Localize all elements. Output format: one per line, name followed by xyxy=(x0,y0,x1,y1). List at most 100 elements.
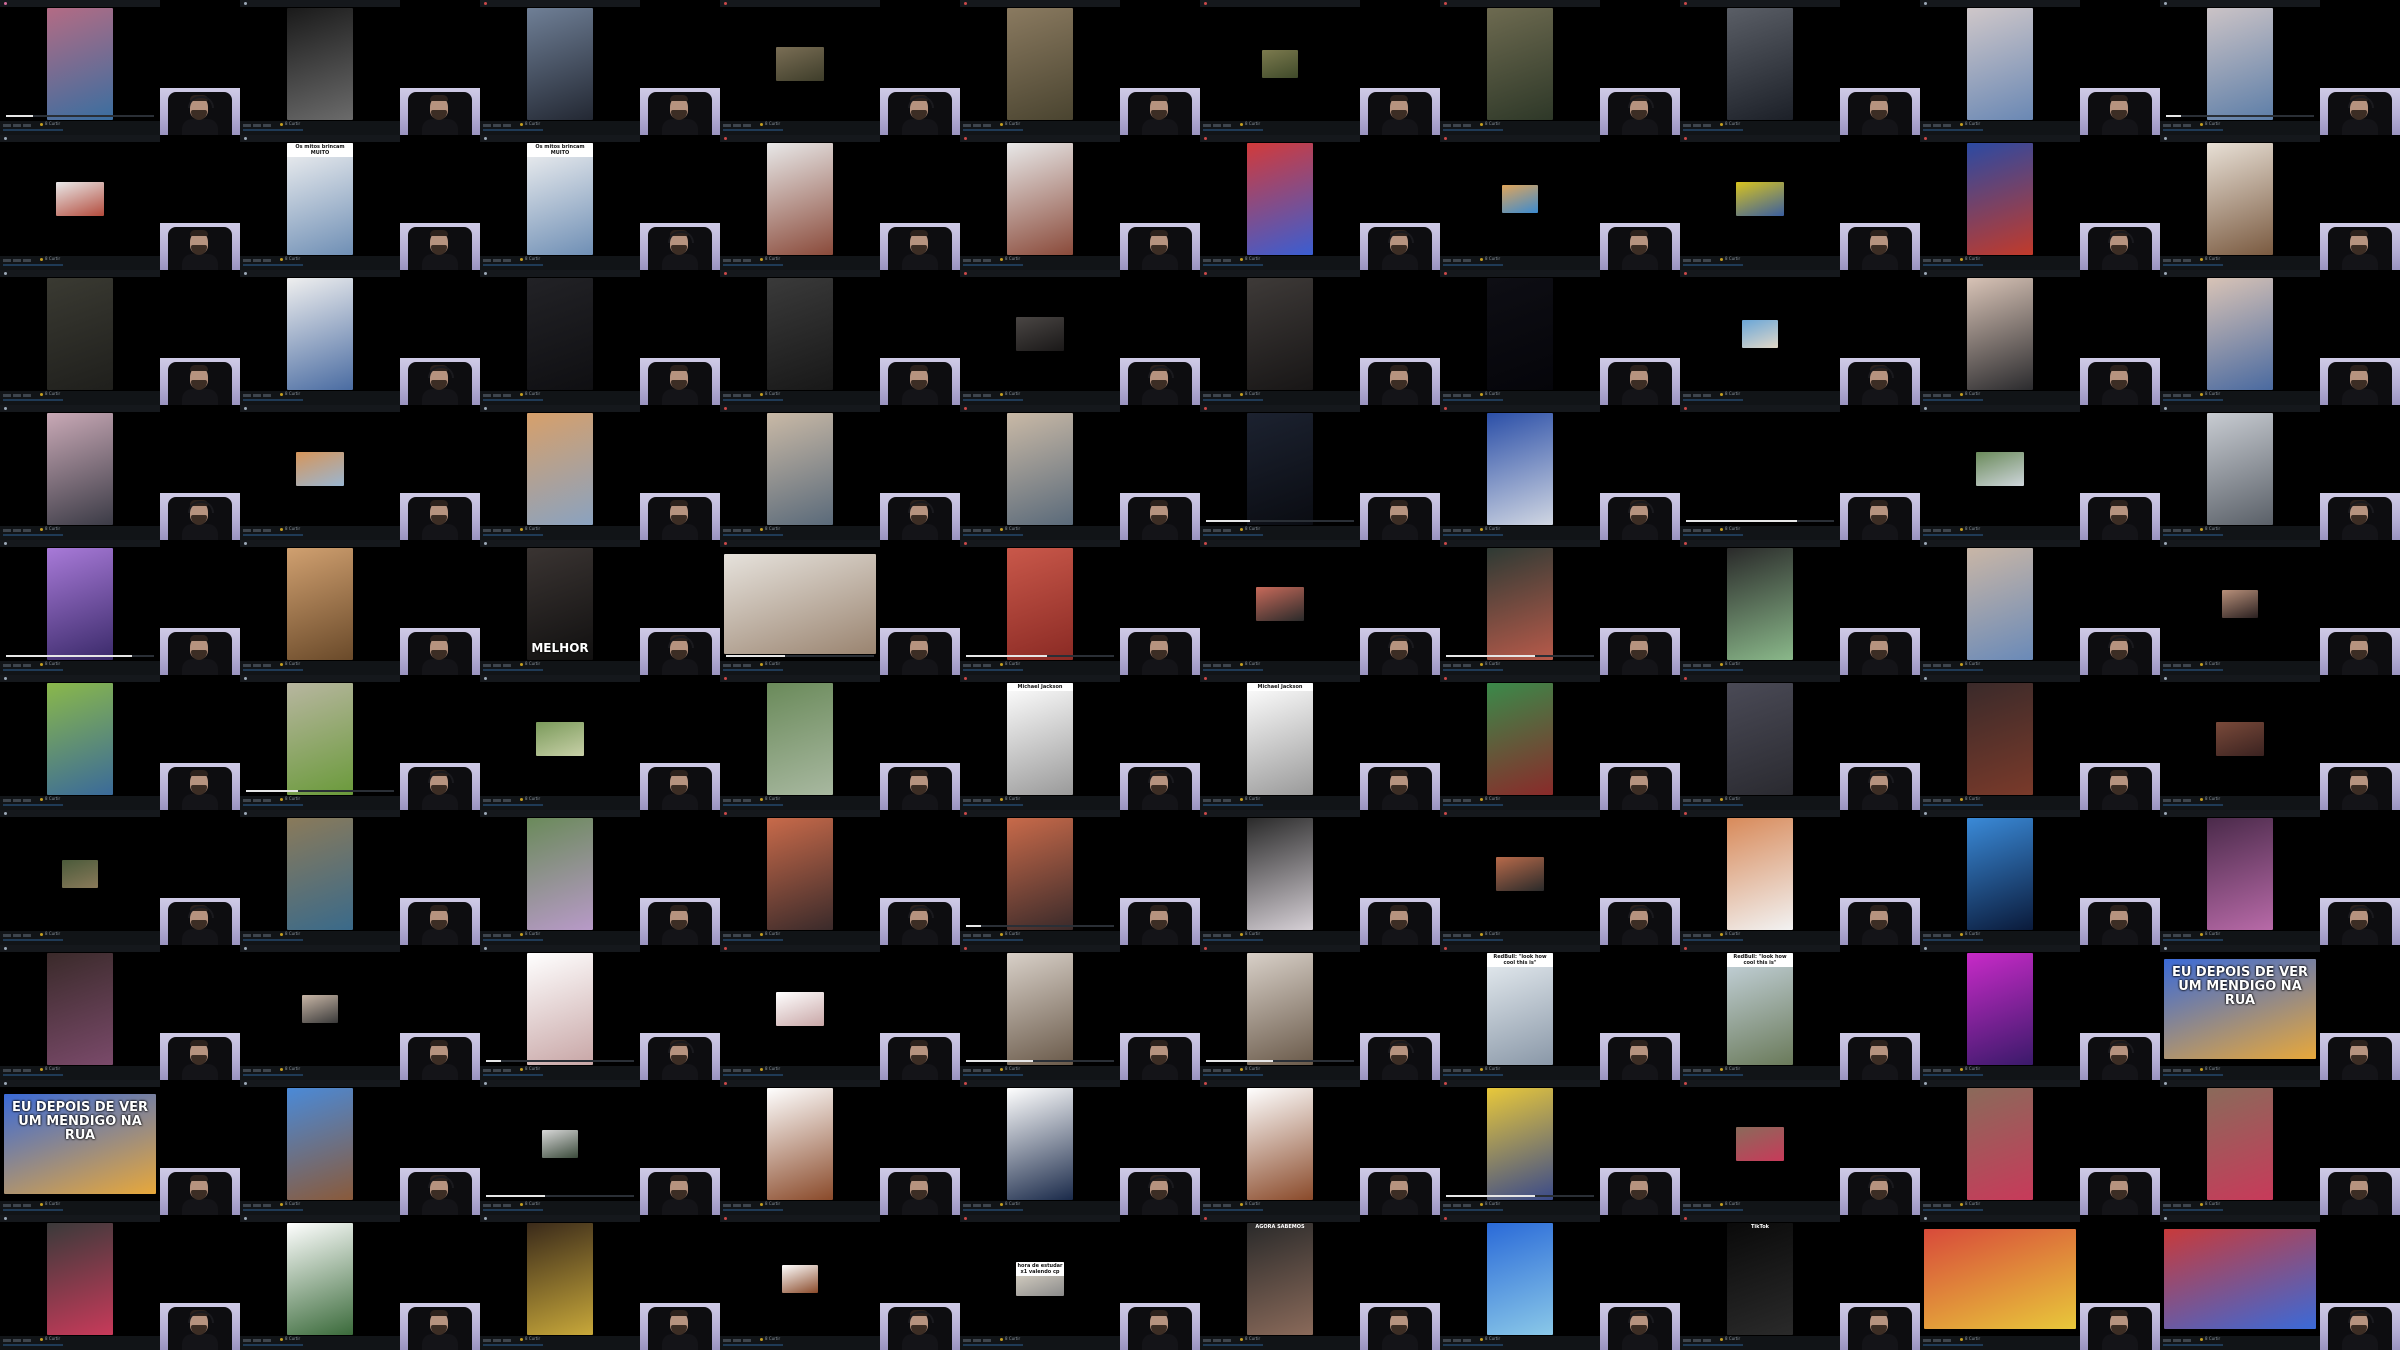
video-viewport[interactable]: MELHOR xyxy=(480,547,640,661)
control-button[interactable] xyxy=(1203,529,1211,532)
like-icon[interactable] xyxy=(760,1338,763,1341)
control-button[interactable] xyxy=(1683,529,1691,532)
like-icon[interactable] xyxy=(2200,393,2203,396)
video-frame[interactable] xyxy=(302,995,338,1023)
video-viewport[interactable] xyxy=(1440,142,1600,256)
source-link[interactable] xyxy=(963,264,1023,266)
like-icon[interactable] xyxy=(1480,1203,1483,1206)
like-icon[interactable] xyxy=(1960,1203,1963,1206)
like-icon[interactable] xyxy=(1480,1068,1483,1071)
video-frame[interactable] xyxy=(1256,587,1304,621)
like-icon[interactable] xyxy=(520,393,523,396)
control-button[interactable] xyxy=(1923,394,1931,397)
video-frame[interactable] xyxy=(1007,1088,1073,1200)
source-link[interactable] xyxy=(3,939,63,941)
window-controls-icon[interactable] xyxy=(386,406,398,421)
control-button[interactable] xyxy=(983,664,991,667)
video-viewport[interactable] xyxy=(1920,412,2080,526)
control-button[interactable] xyxy=(1693,799,1701,802)
window-controls-icon[interactable] xyxy=(146,1,158,16)
stream-tile[interactable]: 8 Curtir xyxy=(1920,135,2160,270)
control-button[interactable] xyxy=(2183,124,2191,127)
stream-tile[interactable]: 8 Curtir xyxy=(0,675,240,810)
window-controls-icon[interactable] xyxy=(1346,541,1358,556)
control-button[interactable] xyxy=(503,664,511,667)
source-link[interactable] xyxy=(1683,669,1743,671)
like-icon[interactable] xyxy=(1960,123,1963,126)
like-icon[interactable] xyxy=(2200,1068,2203,1071)
video-viewport[interactable]: TikTok xyxy=(1680,1222,1840,1336)
source-link[interactable] xyxy=(243,804,303,806)
control-button[interactable] xyxy=(733,394,741,397)
control-button[interactable] xyxy=(493,124,501,127)
control-button[interactable] xyxy=(1213,1069,1221,1072)
control-button[interactable] xyxy=(743,394,751,397)
control-button[interactable] xyxy=(493,529,501,532)
control-button[interactable] xyxy=(1923,799,1931,802)
video-frame[interactable] xyxy=(1727,413,1793,525)
stream-tile[interactable]: 8 Curtir xyxy=(240,0,480,135)
window-controls-icon[interactable] xyxy=(2066,271,2078,286)
control-button[interactable] xyxy=(263,934,271,937)
source-link[interactable] xyxy=(483,1209,543,1211)
stream-tile[interactable]: 8 Curtir xyxy=(1440,270,1680,405)
control-button[interactable] xyxy=(1933,1339,1941,1342)
control-button[interactable] xyxy=(1933,934,1941,937)
video-frame[interactable] xyxy=(542,1130,578,1158)
control-button[interactable] xyxy=(1933,394,1941,397)
like-icon[interactable] xyxy=(2200,123,2203,126)
stream-tile[interactable]: 8 Curtir xyxy=(1680,1080,1920,1215)
stream-tile[interactable]: 8 Curtir xyxy=(1920,810,2160,945)
stream-tile[interactable]: MELHOR 8 Curtir xyxy=(480,540,720,675)
like-icon[interactable] xyxy=(40,1068,43,1071)
window-controls-icon[interactable] xyxy=(1586,946,1598,961)
like-icon[interactable] xyxy=(760,123,763,126)
video-viewport[interactable] xyxy=(1920,817,2080,931)
video-frame[interactable] xyxy=(2207,8,2273,120)
window-controls-icon[interactable] xyxy=(626,811,638,826)
window-controls-icon[interactable] xyxy=(1346,1216,1358,1231)
video-frame[interactable]: hora de estudar x1 valendo cp xyxy=(1016,1262,1064,1296)
video-frame[interactable] xyxy=(1736,1127,1784,1161)
source-link[interactable] xyxy=(1203,1344,1263,1346)
stream-tile[interactable]: 8 Curtir xyxy=(1200,810,1440,945)
control-button[interactable] xyxy=(1703,1339,1711,1342)
like-icon[interactable] xyxy=(1240,798,1243,801)
video-viewport[interactable] xyxy=(1440,412,1600,526)
like-icon[interactable] xyxy=(1960,798,1963,801)
control-button[interactable] xyxy=(503,1339,511,1342)
control-button[interactable] xyxy=(1463,1339,1471,1342)
video-progress-bar[interactable] xyxy=(966,925,1114,927)
control-button[interactable] xyxy=(13,799,21,802)
control-button[interactable] xyxy=(2163,529,2171,532)
source-link[interactable] xyxy=(483,534,543,536)
video-viewport[interactable] xyxy=(960,952,1120,1066)
control-button[interactable] xyxy=(263,1069,271,1072)
window-controls-icon[interactable] xyxy=(386,1081,398,1096)
video-progress-bar[interactable] xyxy=(1206,1060,1354,1062)
window-controls-icon[interactable] xyxy=(146,1216,158,1231)
video-frame[interactable] xyxy=(2207,278,2273,390)
control-button[interactable] xyxy=(2173,124,2181,127)
source-link[interactable] xyxy=(723,264,783,266)
source-link[interactable] xyxy=(1203,939,1263,941)
window-controls-icon[interactable] xyxy=(1346,1081,1358,1096)
source-link[interactable] xyxy=(1683,399,1743,401)
stream-tile[interactable]: 8 Curtir xyxy=(2160,1215,2400,1350)
video-frame[interactable] xyxy=(767,1088,833,1200)
video-viewport[interactable] xyxy=(960,277,1120,391)
source-link[interactable] xyxy=(3,129,63,131)
control-button[interactable] xyxy=(23,124,31,127)
control-button[interactable] xyxy=(483,529,491,532)
control-button[interactable] xyxy=(963,394,971,397)
control-button[interactable] xyxy=(2183,664,2191,667)
video-frame[interactable]: Michael Jackson xyxy=(1007,683,1073,795)
control-button[interactable] xyxy=(243,799,251,802)
source-link[interactable] xyxy=(963,1344,1023,1346)
video-viewport[interactable] xyxy=(720,952,880,1066)
source-link[interactable] xyxy=(1203,804,1263,806)
video-frame[interactable] xyxy=(1727,818,1793,930)
source-link[interactable] xyxy=(1683,939,1743,941)
video-progress-bar[interactable] xyxy=(1206,520,1354,522)
control-button[interactable] xyxy=(3,124,11,127)
